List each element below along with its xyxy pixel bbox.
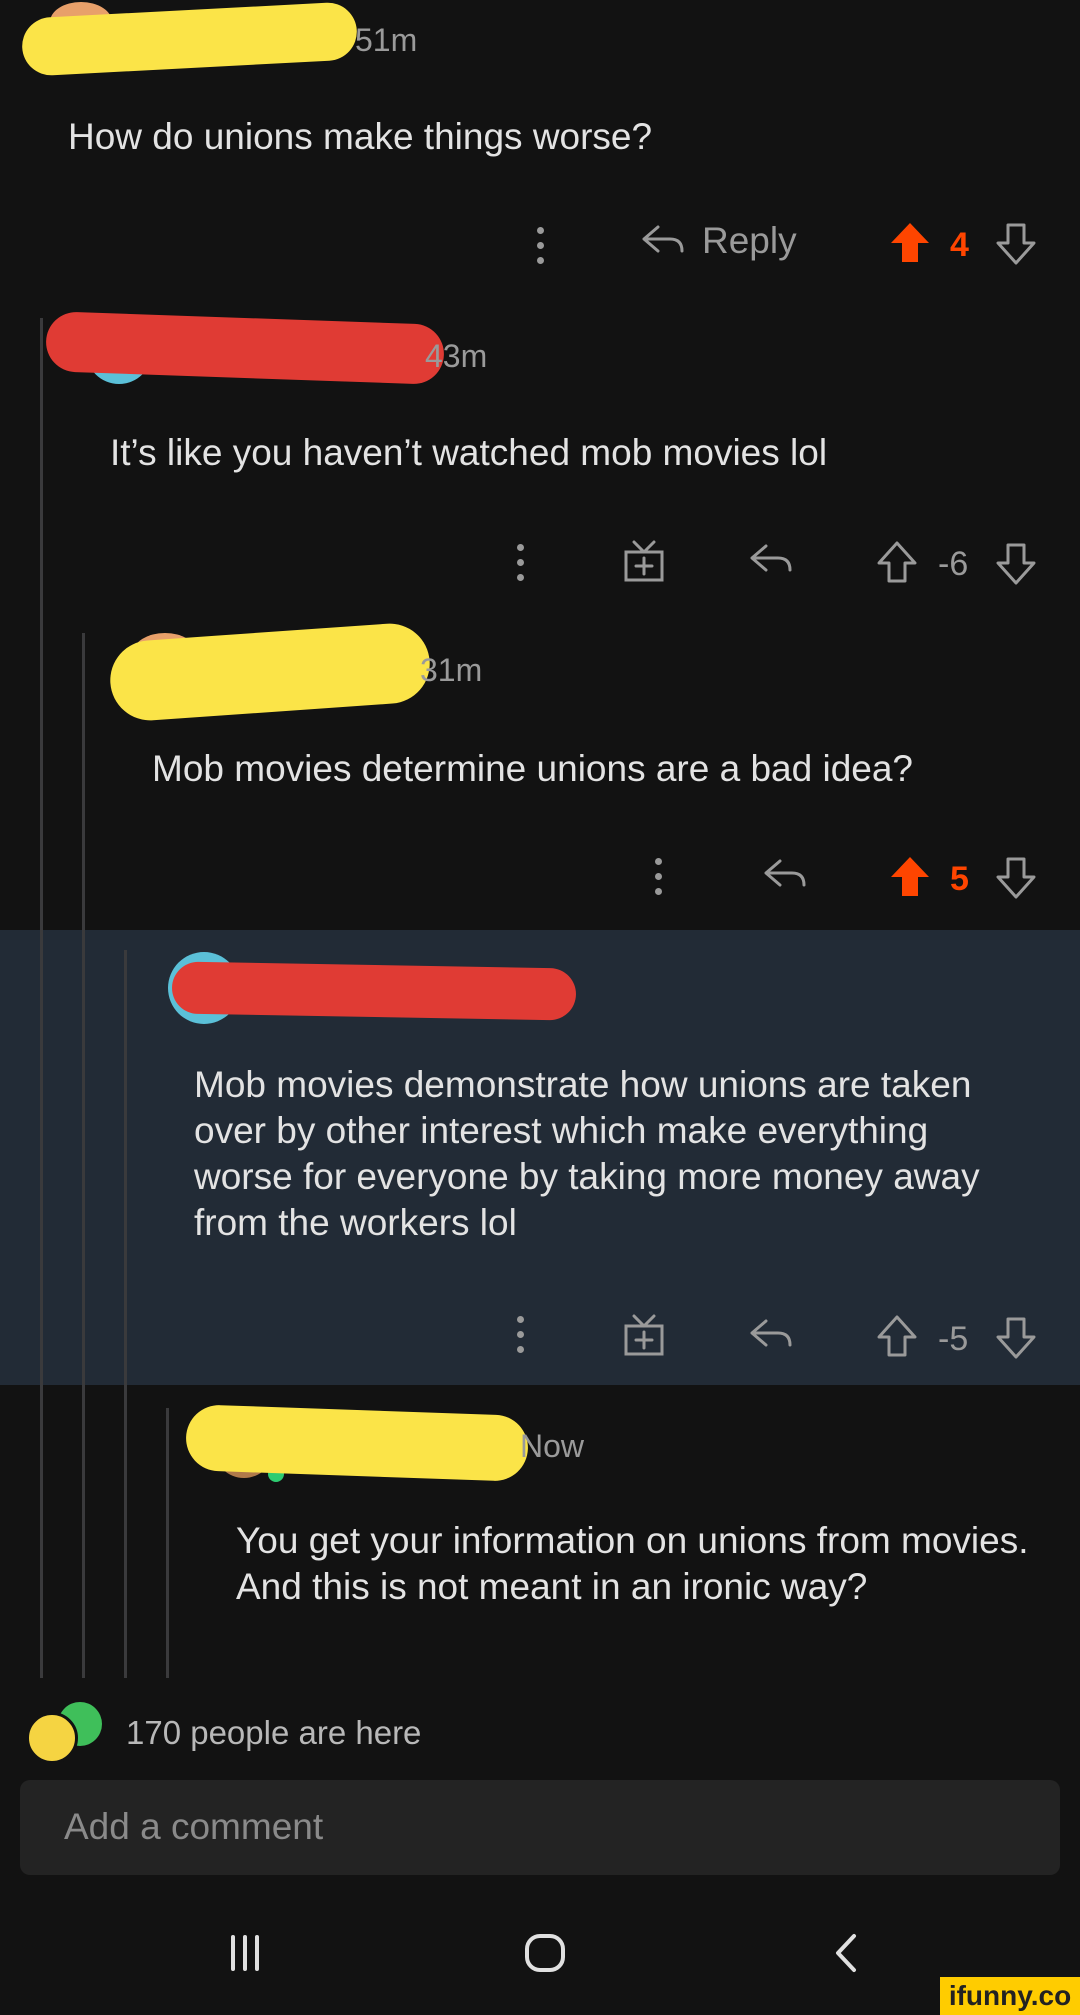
add-comment-placeholder: Add a comment (64, 1806, 324, 1847)
downvote-icon (996, 223, 1036, 265)
gift-icon (624, 1314, 664, 1356)
recent-apps-button[interactable] (220, 1928, 270, 1978)
reply-button[interactable]: Reply (640, 220, 797, 262)
reply-icon (642, 225, 684, 253)
back-button[interactable] (822, 1928, 872, 1978)
downvote-button[interactable] (995, 222, 1037, 266)
thread-line-4 (166, 1408, 169, 1678)
reply-button[interactable] (748, 540, 794, 580)
more-options-icon[interactable] (500, 1306, 540, 1362)
upvote-icon (877, 1315, 917, 1357)
gift-icon (624, 540, 664, 582)
downvote-icon (996, 857, 1036, 899)
upvote-icon (891, 857, 929, 896)
comment-time: 51m (355, 22, 418, 58)
thread-line-2 (82, 633, 85, 1678)
upvote-icon (891, 223, 929, 262)
reply-icon (750, 544, 792, 572)
vote-score: -6 (938, 545, 969, 583)
ifunny-watermark: ifunny.co (940, 1977, 1080, 2015)
vote-score: 5 (950, 860, 969, 898)
reply-button[interactable] (748, 1315, 794, 1355)
thread-line-1 (40, 318, 43, 1678)
downvote-icon (996, 1317, 1036, 1359)
reply-icon (750, 1319, 792, 1347)
downvote-button[interactable] (995, 1316, 1037, 1360)
comment-body: You get your information on unions from … (236, 1520, 1029, 1607)
comment-body: It’s like you haven’t watched mob movies… (110, 432, 828, 473)
add-comment-input[interactable]: Add a comment (20, 1780, 1060, 1875)
award-button[interactable] (622, 1312, 666, 1358)
presence-text: 170 people are here (126, 1714, 422, 1751)
reply-label: Reply (702, 220, 797, 261)
upvote-icon (877, 541, 917, 583)
recent-apps-icon (231, 1935, 259, 1971)
comment-time: 31m (420, 652, 483, 688)
redacted-username (184, 1404, 530, 1482)
upvote-button[interactable] (888, 220, 932, 266)
presence-avatar (26, 1712, 78, 1764)
home-button[interactable] (520, 1928, 570, 1978)
award-button[interactable] (622, 538, 666, 584)
upvote-button[interactable] (888, 854, 932, 900)
more-options-icon[interactable] (500, 534, 540, 590)
reply-icon (764, 859, 806, 887)
comment-time: 43m (425, 338, 488, 374)
downvote-icon (996, 543, 1036, 585)
vote-score: -5 (938, 1320, 969, 1358)
more-options-icon[interactable] (520, 217, 560, 273)
thread-line-3 (124, 950, 127, 1678)
redacted-username (171, 961, 577, 1021)
upvote-button[interactable] (876, 540, 918, 584)
upvote-button[interactable] (876, 1314, 918, 1358)
comment-body: Mob movies determine unions are a bad id… (152, 748, 914, 789)
vote-score: 4 (950, 226, 969, 264)
comment-body: How do unions make things worse? (68, 116, 653, 157)
reply-button[interactable] (762, 855, 808, 895)
system-nav-bar (0, 1900, 1080, 2015)
back-icon (836, 1934, 856, 1972)
home-icon (525, 1934, 565, 1972)
comment-time: Now (520, 1428, 585, 1464)
downvote-button[interactable] (995, 856, 1037, 900)
more-options-icon[interactable] (638, 848, 678, 904)
comment-body: Mob movies demonstrate how unions are ta… (194, 1064, 980, 1243)
downvote-button[interactable] (995, 542, 1037, 586)
